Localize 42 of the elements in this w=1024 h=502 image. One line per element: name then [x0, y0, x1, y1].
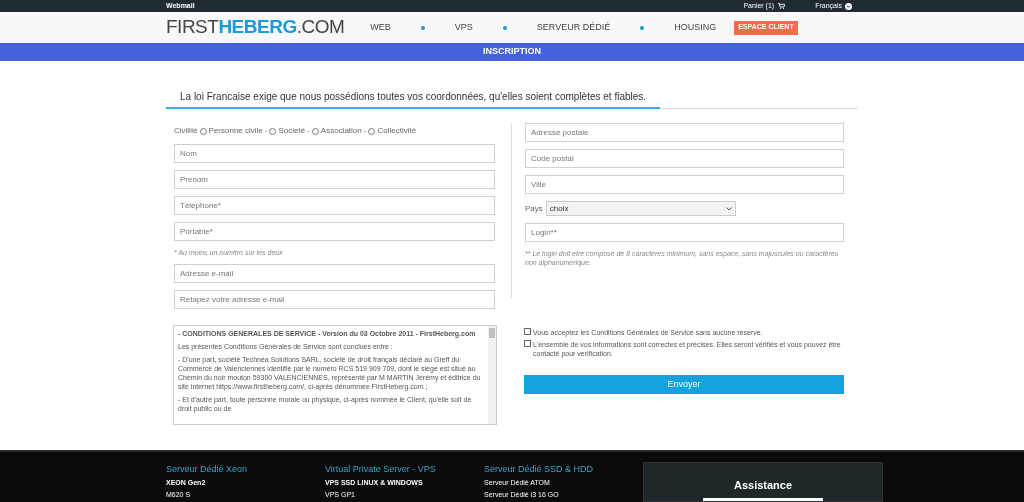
footer-heading: Serveur Dédié Xeon	[166, 464, 249, 475]
text-field[interactable]: Adresse e-mail	[174, 264, 495, 283]
nav-link[interactable]: VPS	[454, 20, 473, 35]
radio-button[interactable]	[269, 127, 277, 135]
country-select[interactable]: choix	[545, 201, 736, 216]
footer-heading: Serveur Dédié SSD & HDD	[484, 464, 595, 475]
radio-button[interactable]	[311, 127, 319, 135]
checkbox[interactable]	[524, 328, 531, 335]
intro-heading: La loi Francaise exige que nous possédions toutes vos coordonnées, qu'elles soient complètes et fiables.	[166, 89, 661, 109]
scrollbar[interactable]	[488, 326, 496, 424]
separator-text: -	[307, 125, 310, 137]
text-field[interactable]: Ville	[525, 175, 844, 194]
assistance-field[interactable]	[703, 497, 823, 501]
cart-icon	[778, 3, 786, 9]
terms-box[interactable]	[173, 325, 497, 425]
text-field[interactable]: Nom	[174, 144, 495, 163]
nav-link[interactable]: HOUSING	[674, 20, 717, 35]
radio-button[interactable]	[199, 127, 207, 135]
country-label: Pays	[525, 202, 543, 215]
text-field[interactable]: Téléphone*	[174, 196, 495, 215]
radio-label[interactable]: Societé	[278, 125, 306, 137]
chevron-down-icon	[725, 206, 732, 211]
nav-link[interactable]: WEB	[370, 20, 391, 35]
civility-label: Civilité	[174, 125, 198, 137]
page-title-bar: INSCRIPTION	[0, 43, 1024, 61]
text-field[interactable]: Login**	[525, 223, 844, 242]
nav-link[interactable]: SERVEUR DÉDIÉ	[536, 20, 611, 35]
text-field[interactable]: Code postal	[525, 149, 844, 168]
assistance-title: Assistance	[733, 478, 793, 493]
text-field[interactable]: Portable*	[174, 222, 495, 241]
text-field[interactable]: Prenom	[174, 170, 495, 189]
radio-label[interactable]: Collectivité	[377, 125, 417, 137]
checkbox[interactable]	[524, 340, 531, 347]
radio-label[interactable]: Association	[320, 125, 362, 137]
separator-text: -	[264, 125, 268, 137]
radio-button[interactable]	[368, 127, 376, 135]
text-field[interactable]: Adresse postale	[525, 123, 844, 142]
footer-heading: Virtual Private Server - VPS	[325, 464, 437, 475]
text-field[interactable]: Retapez votre adresse e-mail	[174, 290, 495, 309]
site-logo[interactable]: FIRSTHEBERG.COM	[166, 13, 345, 42]
separator-text: -	[363, 125, 367, 137]
radio-label[interactable]: Personne civile	[208, 125, 263, 137]
